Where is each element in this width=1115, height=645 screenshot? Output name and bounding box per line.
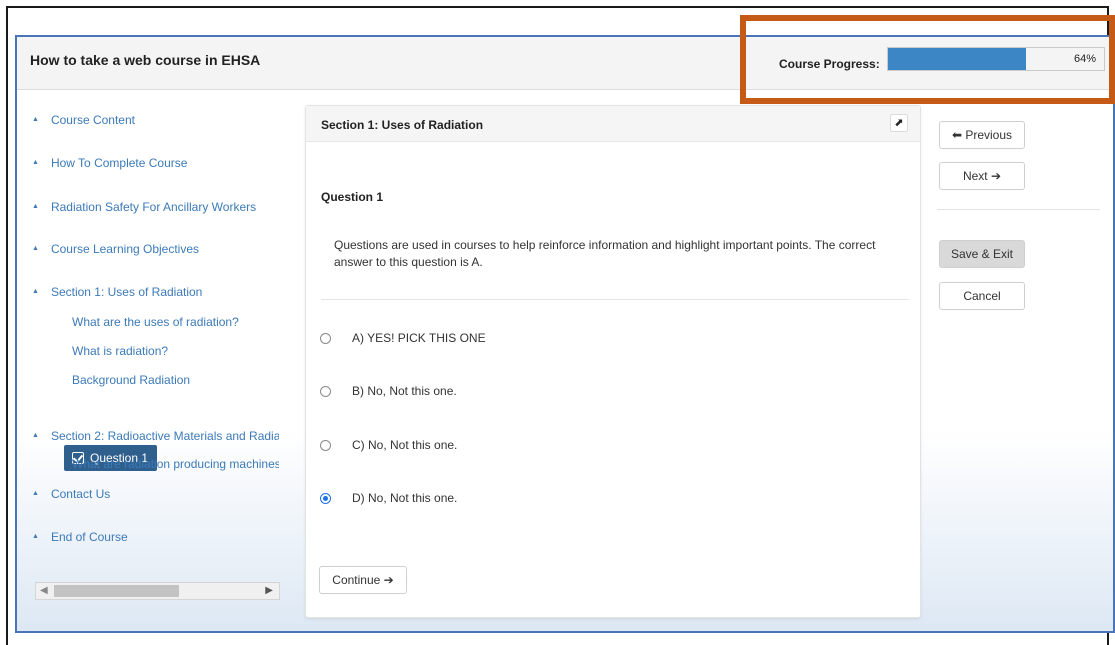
course-window: How to take a web course in EHSA Course … — [15, 35, 1115, 633]
sidebar-item-label: How To Complete Course — [50, 156, 188, 170]
sidebar-item-label: Course Learning Objectives — [50, 242, 200, 256]
save-exit-button[interactable]: Save & Exit — [939, 240, 1025, 268]
sidebar-item-label: Section 2: Radioactive Materials and Rad… — [50, 429, 279, 443]
expand-icon: ⬈ — [894, 117, 904, 129]
answer-label: D) No, Not this one. — [352, 491, 458, 505]
answer-option-c[interactable]: C) No, Not this one. — [320, 438, 457, 452]
answer-label: A) YES! PICK THIS ONE — [352, 331, 486, 345]
sidebar-item-contact-us[interactable]: ▲ Contact Us — [32, 487, 110, 501]
scroll-right-icon[interactable]: ▶ — [265, 585, 273, 596]
caret-icon: ▲ — [32, 489, 39, 497]
sidebar-horizontal-scrollbar[interactable]: ◀ ▶ — [35, 582, 280, 600]
continue-button[interactable]: Continue ➔ — [319, 566, 407, 594]
caret-icon: ▲ — [32, 532, 39, 540]
scroll-left-icon[interactable]: ◀ — [40, 585, 48, 596]
answer-option-a[interactable]: A) YES! PICK THIS ONE — [320, 331, 486, 345]
progress-highlight-box — [740, 15, 1115, 104]
sidebar-subitem-radiation-machines[interactable]: What are radiation producing machines — [72, 457, 279, 471]
caret-icon: ▲ — [32, 244, 39, 252]
expand-button[interactable]: ⬈ — [890, 114, 908, 132]
course-sidebar: ▲ Course Content ▲ How To Complete Course … — [17, 91, 285, 631]
scrollbar-thumb[interactable] — [54, 585, 179, 597]
sidebar-subitem-background-radiation[interactable]: Background Radiation — [72, 373, 190, 387]
sidebar-item-section-2[interactable]: ▲ Section 2: Radioactive Materials and Ra… — [32, 429, 279, 443]
panel-header: Section 1: Uses of Radiation ⬈ — [306, 106, 920, 142]
sidebar-item-how-to-complete[interactable]: ▲ How To Complete Course — [32, 156, 187, 170]
question-text: Questions are used in courses to help re… — [334, 238, 876, 269]
sidebar-item-end-of-course[interactable]: ▲ End of Course — [32, 530, 128, 544]
sidebar-subitem-uses-of-radiation[interactable]: What are the uses of radiation? — [72, 315, 239, 329]
question-title: Question 1 — [321, 190, 384, 204]
cancel-button[interactable]: Cancel — [939, 282, 1025, 310]
answer-option-d[interactable]: D) No, Not this one. — [320, 491, 457, 505]
divider — [937, 209, 1100, 210]
answer-label: B) No, Not this one. — [352, 384, 457, 398]
caret-icon: ▲ — [32, 115, 39, 123]
sidebar-item-label: Contact Us — [50, 487, 111, 501]
caret-icon: ▲ — [32, 287, 39, 295]
sidebar-item-section-1[interactable]: ▲ Section 1: Uses of Radiation — [32, 285, 202, 299]
sidebar-subitem-what-is-radiation[interactable]: What is radiation? — [72, 344, 168, 358]
caret-icon: ▲ — [32, 202, 39, 210]
sidebar-nav: ▲ Course Content ▲ How To Complete Course … — [17, 91, 279, 631]
sidebar-item-label: End of Course — [50, 530, 128, 544]
next-button[interactable]: Next ➔ — [939, 162, 1025, 190]
divider — [321, 299, 909, 300]
caret-icon: ▲ — [32, 158, 39, 166]
radio-button[interactable] — [320, 385, 331, 397]
section-title: Section 1: Uses of Radiation — [321, 118, 484, 132]
radio-button[interactable] — [320, 332, 331, 344]
sidebar-item-course-content[interactable]: ▲ Course Content — [32, 113, 135, 127]
answer-label: C) No, Not this one. — [352, 438, 458, 452]
radio-button-selected[interactable] — [320, 492, 331, 504]
question-panel: Section 1: Uses of Radiation ⬈ Question … — [305, 105, 921, 618]
sidebar-item-label: Radiation Safety For Ancillary Workers — [50, 200, 257, 214]
sidebar-item-radiation-safety[interactable]: ▲ Radiation Safety For Ancillary Workers — [32, 200, 256, 214]
caret-icon: ▲ — [32, 431, 39, 439]
sidebar-item-label: Course Content — [50, 113, 135, 127]
sidebar-item-learning-objectives[interactable]: ▲ Course Learning Objectives — [32, 242, 199, 256]
previous-button[interactable]: ⬅ Previous — [939, 121, 1025, 149]
sidebar-item-label: Section 1: Uses of Radiation — [50, 285, 203, 299]
radio-button[interactable] — [320, 439, 331, 451]
course-title: How to take a web course in EHSA — [30, 52, 261, 68]
answer-option-b[interactable]: B) No, Not this one. — [320, 384, 457, 398]
